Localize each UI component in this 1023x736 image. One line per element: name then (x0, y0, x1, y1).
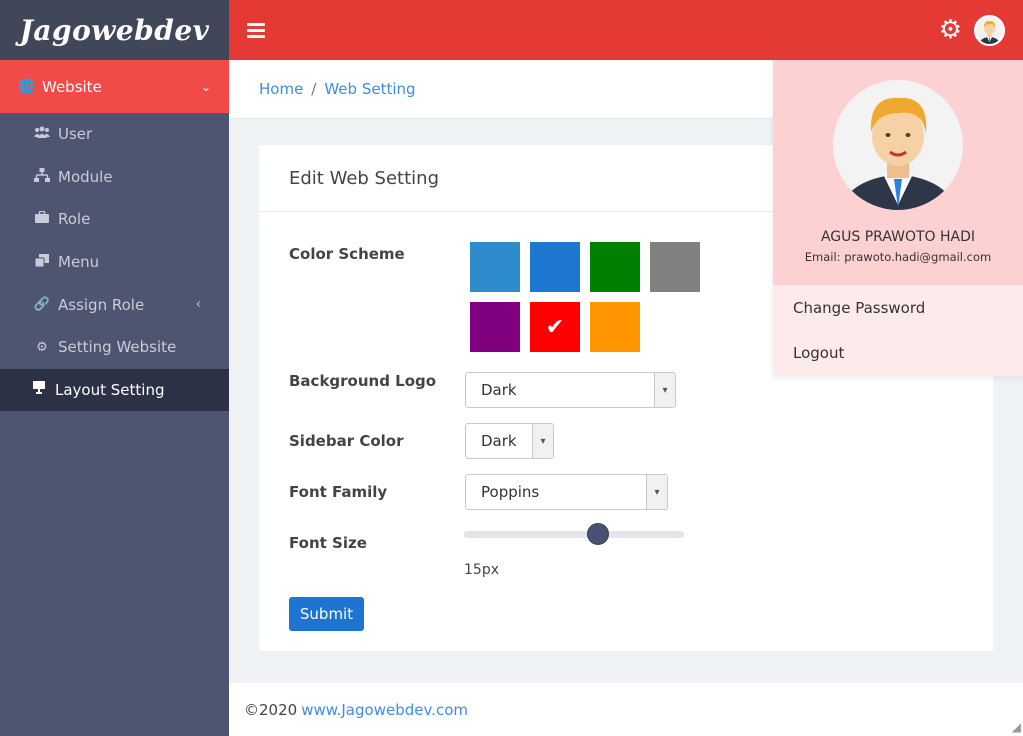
sitemap-icon (33, 167, 51, 186)
avatar[interactable] (974, 14, 1005, 46)
submenu: User Module Role Menu 🔗 Assign Role ‹ ⚙ … (0, 113, 229, 412)
briefcase-icon (33, 211, 51, 227)
chevron-down-icon: ▾ (654, 373, 675, 407)
color-scheme-label: Color Scheme (289, 245, 405, 263)
color-swatch[interactable] (650, 242, 700, 292)
sidebar-item-assign-role[interactable]: 🔗 Assign Role ‹ (0, 283, 229, 326)
gear-icon[interactable]: ⚙ (939, 17, 962, 43)
font-size-slider[interactable] (464, 523, 684, 545)
sidebar-item-label: Layout Setting (55, 380, 165, 399)
footer-link[interactable]: www.Jagowebdev.com (301, 701, 468, 719)
color-swatch[interactable] (470, 242, 520, 292)
brand-logo[interactable]: Jagowebdev (0, 0, 229, 60)
sidebar-item-website[interactable]: 🌐 Website ⌄ (0, 60, 229, 113)
sidebar-item-label: Menu (58, 253, 100, 272)
profile-name: AGUS PRAWOTO HADI (820, 229, 976, 245)
chevron-left-icon: ‹ (195, 297, 201, 313)
profile-avatar (833, 80, 963, 210)
topbar-actions: ⚙ (939, 14, 1005, 46)
sidebar-color-label: Sidebar Color (289, 432, 404, 450)
brand-name: Jagowebdev (19, 13, 210, 47)
color-swatch[interactable] (590, 302, 640, 352)
sidebar-item-layout-setting[interactable]: Layout Setting (0, 368, 229, 412)
sidebar-item-label: Module (58, 167, 113, 186)
sidebar-item-label: Assign Role (58, 295, 145, 314)
sidebar-item-module[interactable]: Module (0, 156, 229, 199)
font-family-value: Poppins (481, 483, 540, 501)
color-swatch[interactable] (470, 302, 520, 352)
chevron-down-icon: ⌄ (200, 79, 211, 94)
font-size-value: 15px (464, 562, 499, 578)
clone-icon (33, 253, 51, 271)
color-swatch-selected[interactable]: ✔ (530, 302, 580, 352)
profile-dropdown: AGUS PRAWOTO HADI Email: prawoto.hadi@gm… (773, 60, 1023, 376)
background-logo-row: Background Logo (289, 372, 465, 390)
font-family-select[interactable]: Poppins ▾ (465, 474, 668, 510)
breadcrumb-separator: / (311, 80, 317, 98)
color-scheme-swatches: ✔ (470, 242, 700, 352)
font-size-label: Font Size (289, 534, 367, 552)
submit-button[interactable]: Submit (289, 597, 364, 631)
link-icon: 🔗 (33, 297, 51, 313)
background-logo-value: Dark (481, 381, 517, 399)
sidebar-item-user[interactable]: User (0, 113, 229, 156)
footer: ©2020 www.Jagowebdev.com ◢ (229, 683, 1023, 736)
users-icon (33, 126, 51, 142)
gear-icon: ⚙ (36, 339, 48, 355)
color-swatch[interactable] (530, 242, 580, 292)
sidebar-item-role[interactable]: Role (0, 198, 229, 241)
font-family-label: Font Family (289, 483, 388, 501)
profile-email: Email: prawoto.hadi@gmail.com (804, 250, 992, 264)
sidebar: Jagowebdev 🌐 Website ⌄ User Module Role (0, 0, 229, 736)
logout-link[interactable]: Logout (773, 330, 1023, 375)
breadcrumb-current-link[interactable]: Web Setting (324, 80, 415, 98)
sidebar-item-setting-website[interactable]: ⚙ Setting Website (0, 326, 229, 369)
chevron-down-icon: ▾ (646, 475, 667, 509)
breadcrumb-home-link[interactable]: Home (259, 80, 303, 98)
resize-handle-icon[interactable]: ◢ (1012, 720, 1021, 734)
sidebar-color-select[interactable]: Dark ▾ (465, 423, 554, 459)
sidebar-item-label: Setting Website (58, 338, 177, 357)
font-size-row: Font Size (289, 534, 465, 552)
globe-icon: 🌐 (18, 78, 36, 95)
sidebar-item-label: Role (58, 210, 91, 229)
sidebar-color-value: Dark (481, 432, 517, 450)
slider-thumb[interactable] (587, 523, 610, 545)
check-icon: ✔ (545, 314, 565, 340)
sidebar-item-menu[interactable]: Menu (0, 241, 229, 284)
desktop-icon (30, 381, 48, 398)
hamburger-menu-icon[interactable] (247, 22, 265, 38)
font-family-row: Font Family (289, 483, 465, 501)
profile-header: AGUS PRAWOTO HADI Email: prawoto.hadi@gm… (773, 60, 1023, 285)
color-swatch[interactable] (590, 242, 640, 292)
sidebar-item-label: User (58, 125, 93, 144)
background-logo-select[interactable]: Dark ▾ (465, 372, 676, 408)
color-scheme-row: Color Scheme (289, 245, 465, 263)
footer-copyright: ©2020 (244, 700, 298, 719)
topbar: ⚙ (229, 0, 1023, 60)
sidebar-color-row: Sidebar Color (289, 432, 465, 450)
sidebar-item-label: Website (42, 77, 102, 96)
change-password-link[interactable]: Change Password (773, 285, 1023, 330)
background-logo-label: Background Logo (289, 372, 437, 390)
chevron-down-icon: ▾ (532, 424, 553, 458)
